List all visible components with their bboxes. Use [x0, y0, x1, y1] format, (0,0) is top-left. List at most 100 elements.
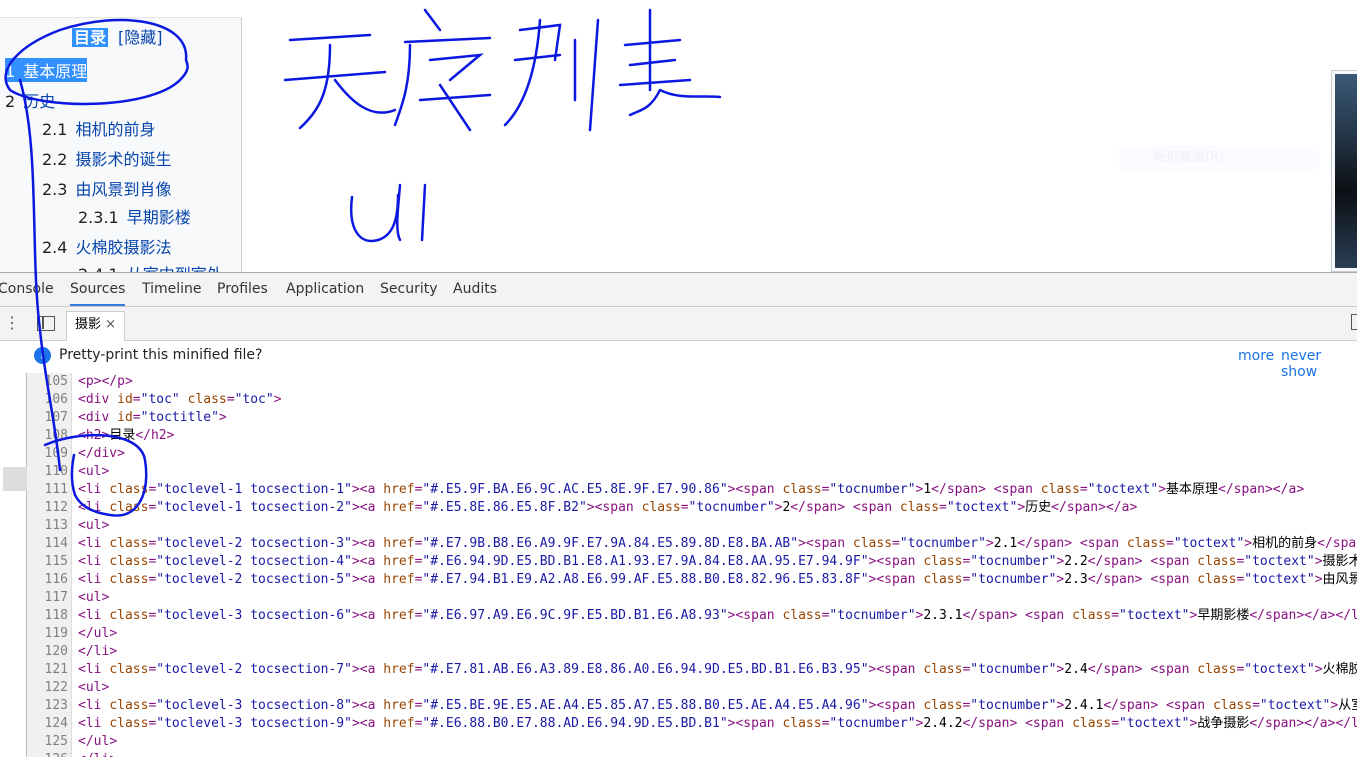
toc-item[interactable]: 2.4.1 从室内到室外	[78, 261, 223, 272]
code-line: 120 </li>	[0, 643, 1357, 661]
tab-application[interactable]: Application	[286, 273, 364, 306]
line-source: <ul>	[78, 464, 110, 479]
file-tabbar: ⋮ 摄影 ×	[0, 307, 1357, 341]
code-line: 123 <li class="toclevel-3 tocsection-8"><…	[0, 697, 1357, 715]
tab-timeline[interactable]: Timeline	[142, 273, 202, 306]
devtools-panel: Console Sources Timeline Profiles Applicatio…	[0, 272, 1357, 757]
code-line: 115 <li class="toclevel-2 tocsection-4"><…	[0, 553, 1357, 571]
line-number: 110	[44, 464, 68, 479]
line-number: 106	[44, 392, 68, 407]
code-line: 111 <li class="toclevel-1 tocsection-1"><…	[0, 481, 1357, 499]
code-line: 117 <ul>	[0, 589, 1357, 607]
tab-security[interactable]: Security	[380, 273, 438, 306]
toggle-debugger-icon[interactable]	[1351, 314, 1357, 330]
code-line: 121 <li class="toclevel-2 tocsection-7"><…	[0, 661, 1357, 679]
line-number: 122	[44, 680, 68, 695]
toc-item[interactable]: 2.1 相机的前身	[42, 116, 155, 140]
infobar-message: Pretty-print this minified file?	[59, 347, 263, 363]
line-source: <li class="toclevel-3 tocsection-8"><a h…	[78, 698, 1357, 713]
toc-item[interactable]: 2 历史	[5, 88, 55, 112]
code-line: 114 <li class="toclevel-2 tocsection-3"><…	[0, 535, 1357, 553]
pretty-print-infobar: i Pretty-print this minified file? more …	[0, 341, 1357, 380]
toc-item[interactable]: 2.2 摄影术的诞生	[42, 146, 171, 170]
line-number: 108	[44, 428, 68, 443]
line-number: 121	[44, 662, 68, 677]
tab-audits[interactable]: Audits	[453, 273, 497, 306]
toc-number: 2.3	[42, 180, 68, 199]
line-number: 116	[44, 572, 68, 587]
toc-number: 2.4	[42, 238, 68, 257]
line-number: 109	[44, 446, 68, 461]
toc-number: 2.3.1	[78, 208, 119, 227]
line-number: 107	[44, 410, 68, 425]
code-line: 109 </div>	[0, 445, 1357, 463]
line-source: <ul>	[78, 680, 110, 695]
line-number: 124	[44, 716, 68, 731]
line-number: 117	[44, 590, 68, 605]
toc-text: 早期影楼	[126, 208, 191, 227]
line-source: </div>	[78, 446, 125, 461]
file-tab[interactable]: 摄影 ×	[66, 311, 126, 341]
tab-sources[interactable]: Sources	[70, 273, 126, 306]
toc-number: 1	[5, 62, 16, 81]
line-number: 125	[44, 734, 68, 749]
toc-title-text: 目录	[72, 28, 109, 47]
more-link[interactable]: more	[1238, 348, 1274, 364]
toc-item[interactable]: 1 基本原理	[5, 58, 88, 82]
line-source: </ul>	[78, 626, 118, 641]
line-source: <li class="toclevel-2 tocsection-3"><a h…	[78, 536, 1357, 551]
line-source: <li class="toclevel-3 tocsection-6"><a h…	[78, 608, 1357, 623]
line-source: <h2>目录</h2>	[78, 428, 175, 443]
line-number: 111	[44, 482, 68, 497]
toc-number: 2.4.1	[78, 265, 119, 272]
line-number: 120	[44, 644, 68, 659]
line-source: <ul>	[78, 518, 110, 533]
code-line: 119 </ul>	[0, 625, 1357, 643]
line-source: <li class="toclevel-1 tocsection-2"><a h…	[78, 500, 1138, 515]
toc-item[interactable]: 2.3 由风景到肖像	[42, 176, 171, 200]
tab-profiles[interactable]: Profiles	[217, 273, 268, 306]
close-icon[interactable]: ×	[105, 317, 116, 332]
code-line: 118 <li class="toclevel-3 tocsection-6"><…	[0, 607, 1357, 625]
devtools-tabbar: Console Sources Timeline Profiles Applicatio…	[0, 273, 1357, 307]
line-number: 119	[44, 626, 68, 641]
more-options-icon[interactable]: ⋮	[4, 313, 20, 332]
line-number: 112	[44, 500, 68, 515]
tab-console[interactable]: Console	[0, 273, 54, 306]
code-line: 107 <div id="toctitle">	[0, 409, 1357, 427]
line-source: <li class="toclevel-2 tocsection-4"><a h…	[78, 554, 1357, 569]
toc-item[interactable]: 2.4 火棉胶摄影法	[42, 234, 171, 258]
code-line: 106 <div id="toc" class="toc">	[0, 391, 1357, 409]
toc-text: 相机的前身	[75, 120, 156, 139]
ghost-context-menu-item: 矩形截图(R)	[1119, 146, 1319, 170]
toggle-navigator-icon[interactable]	[37, 316, 55, 331]
line-source: </li>	[78, 751, 117, 757]
thumbnail-image	[1331, 70, 1357, 272]
table-of-contents: 目录 [隐藏] 1 基本原理 2 历史 2.1 相机的前身 2.2 摄影术的诞生 2.3 由风景到…	[0, 17, 242, 272]
toc-text: 基本原理	[23, 62, 88, 81]
code-editor[interactable]: 105 <p></p> 106 <div id="toc" class="toc"> 1…	[0, 373, 1357, 757]
line-number: 123	[44, 698, 68, 713]
code-line: 110 <ul>	[0, 463, 1357, 481]
toc-number: 2.1	[42, 120, 68, 139]
line-source: </li>	[78, 644, 118, 659]
line-number: 115	[44, 554, 68, 569]
file-tab-label: 摄影	[75, 317, 102, 332]
toc-hide-link[interactable]: [隐藏]	[118, 24, 163, 48]
toc-text: 由风景到肖像	[75, 180, 172, 199]
line-number: 113	[44, 518, 68, 533]
code-line: 122 <ul>	[0, 679, 1357, 697]
line-source: <li class="toclevel-2 tocsection-5"><a h…	[78, 572, 1357, 587]
line-source: <li class="toclevel-3 tocsection-9"><a h…	[78, 716, 1357, 731]
toc-number: 2	[5, 92, 16, 111]
line-number: 114	[44, 536, 68, 551]
line-source: <li class="toclevel-2 tocsection-7"><a h…	[78, 662, 1357, 677]
code-line: 112 <li class="toclevel-1 tocsection-2"><…	[0, 499, 1357, 517]
code-line: 113 <ul>	[0, 517, 1357, 535]
line-source: <p></p>	[78, 374, 133, 389]
line-source: <div id="toc" class="toc">	[78, 392, 282, 407]
toc-item[interactable]: 2.3.1 早期影楼	[78, 204, 191, 228]
line-source: </ul>	[78, 734, 118, 749]
toc-number: 2.2	[42, 150, 68, 169]
line-source: <li class="toclevel-1 tocsection-1"><a h…	[78, 482, 1305, 497]
